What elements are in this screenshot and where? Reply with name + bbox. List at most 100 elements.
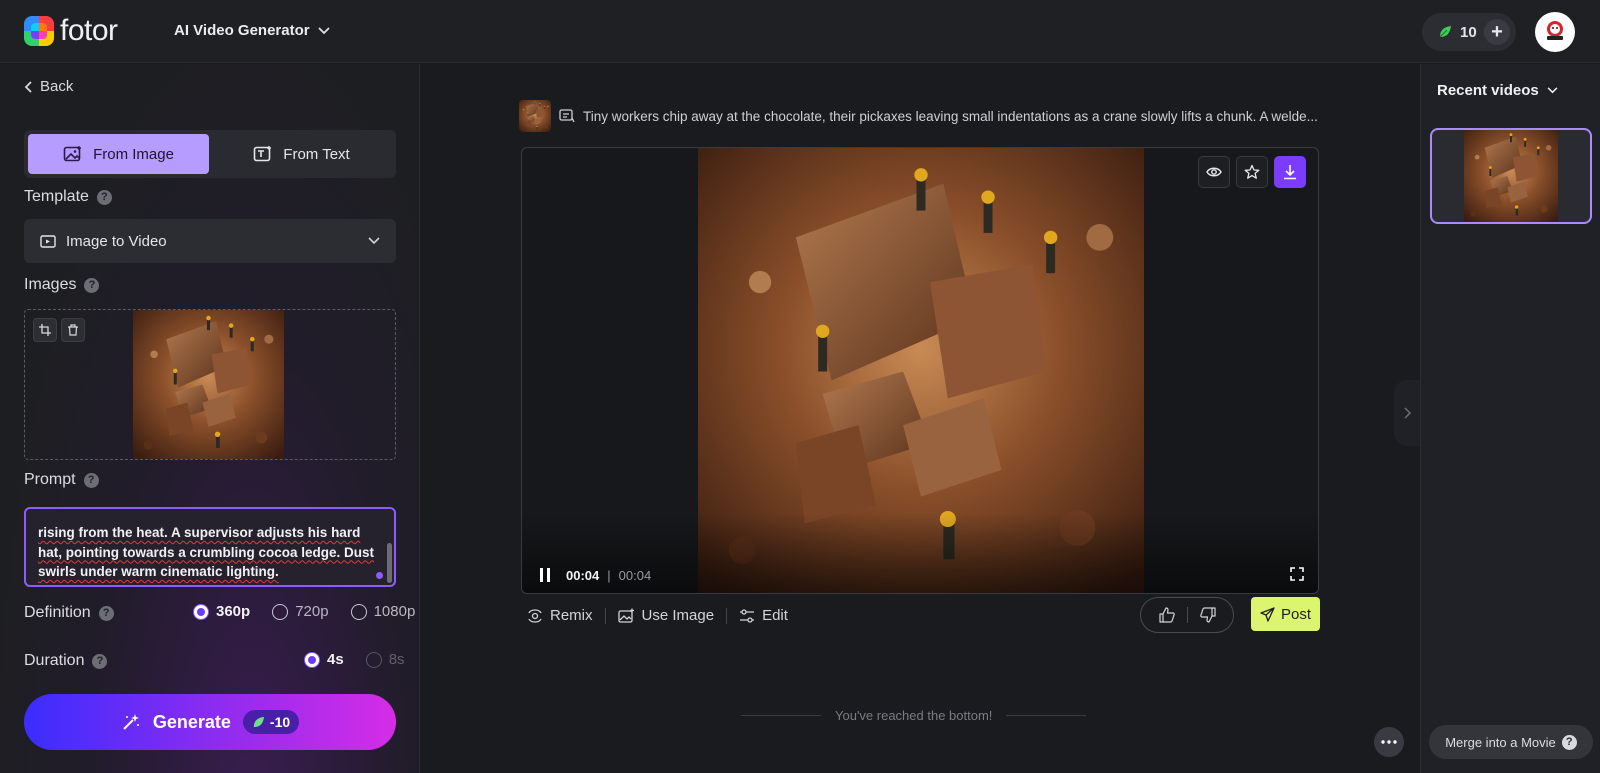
tool-selector[interactable]: AI Video Generator — [174, 22, 330, 39]
video-prompt-preview[interactable]: Tiny workers chip away at the chocolate,… — [519, 100, 1318, 132]
generate-cost-value: -10 — [269, 714, 291, 730]
send-icon — [1260, 606, 1275, 622]
favorite-button[interactable] — [1236, 156, 1268, 188]
thumbs-down-icon[interactable] — [1199, 607, 1216, 623]
recent-videos-title: Recent videos — [1437, 82, 1539, 99]
crop-button[interactable] — [33, 318, 57, 342]
credits-count: 10 — [1460, 23, 1477, 41]
leaf-icon — [253, 716, 264, 727]
delete-button[interactable] — [61, 318, 85, 342]
logo-text: fotor — [60, 14, 118, 47]
magic-wand-icon — [123, 714, 139, 730]
edit-button[interactable]: Edit — [727, 607, 800, 624]
use-image-label: Use Image — [641, 607, 715, 624]
tab-from-image[interactable]: From Image — [28, 134, 209, 174]
chevron-down-icon — [368, 237, 380, 245]
download-button[interactable] — [1274, 156, 1306, 188]
images-label-text: Images — [24, 276, 77, 293]
download-icon — [1284, 165, 1296, 180]
credits-badge[interactable]: 10 + — [1422, 13, 1516, 51]
top-bar: fotor AI Video Generator 10 + — [0, 0, 1600, 63]
source-thumbnail — [519, 100, 551, 132]
rating-group — [1140, 597, 1234, 633]
help-icon[interactable]: ? — [96, 189, 112, 205]
video-actions — [1198, 156, 1306, 188]
prompt-label: Prompt ? — [24, 471, 99, 489]
help-icon[interactable]: ? — [1561, 734, 1577, 750]
back-label: Back — [40, 78, 74, 95]
tab-from-text-label: From Text — [283, 145, 350, 163]
remix-icon — [528, 608, 542, 623]
sliders-icon — [740, 608, 755, 623]
current-time: 00:04 — [566, 567, 600, 583]
main-area: Tiny workers chip away at the chocolate,… — [421, 64, 1419, 773]
image-plus-icon — [617, 608, 634, 623]
fotor-logo[interactable]: fotor — [24, 16, 118, 46]
total-duration: 00:04 — [618, 567, 652, 583]
merge-into-movie-button[interactable]: Merge into a Movie ? — [1429, 725, 1593, 759]
merge-label: Merge into a Movie — [1445, 734, 1556, 750]
remix-label: Remix — [550, 607, 593, 624]
image-upload-area[interactable] — [24, 309, 396, 460]
recent-video-thumbnail — [1464, 130, 1558, 222]
prompt-label-text: Prompt — [24, 471, 76, 488]
back-button[interactable]: Back — [24, 78, 73, 95]
edit-label: Edit — [762, 607, 788, 624]
uploaded-image — [133, 310, 284, 459]
tab-from-text[interactable]: From Text — [211, 134, 392, 174]
generate-cost: -10 — [242, 710, 300, 734]
time-separator: | — [607, 567, 611, 583]
more-horizontal-icon — [1381, 740, 1397, 744]
star-icon — [1244, 164, 1260, 179]
help-icon[interactable]: ? — [83, 472, 99, 488]
duration-label: Duration ? — [24, 652, 108, 670]
crop-icon — [39, 324, 51, 336]
duration-options: 4s 8s — [304, 651, 405, 668]
generate-button[interactable]: Generate -10 — [24, 694, 396, 750]
duration-8s-radio[interactable]: 8s — [365, 651, 405, 668]
video-player[interactable]: 00:04 | 00:04 — [521, 147, 1319, 594]
add-credits-button[interactable]: + — [1484, 19, 1510, 45]
thumbs-up-icon[interactable] — [1158, 607, 1175, 623]
recent-videos-dropdown[interactable]: Recent videos — [1437, 82, 1558, 99]
tab-from-image-label: From Image — [93, 145, 174, 163]
definition-720p-radio[interactable]: 720p — [272, 603, 329, 620]
preview-button[interactable] — [1198, 156, 1230, 188]
post-button[interactable]: Post — [1251, 597, 1320, 631]
help-icon[interactable]: ? — [92, 653, 108, 669]
chevron-right-icon — [1403, 407, 1411, 419]
end-of-list-text: You've reached the bottom! — [835, 708, 993, 723]
more-options-button[interactable] — [1374, 727, 1404, 757]
definition-options: 360p 720p 1080p — [193, 603, 415, 620]
end-of-list-note: You've reached the bottom! — [741, 708, 1087, 723]
duration-4s-radio[interactable]: 4s — [304, 651, 344, 668]
definition-360p-radio[interactable]: 360p — [193, 603, 250, 620]
prompt-status-dot — [376, 572, 383, 579]
text-icon — [253, 146, 272, 162]
definition-1080p-radio[interactable]: 1080p — [350, 603, 415, 620]
use-image-button[interactable]: Use Image — [606, 607, 727, 624]
leaf-icon — [1439, 26, 1451, 38]
generate-label: Generate — [152, 711, 231, 732]
collapse-panel-button[interactable] — [1394, 380, 1420, 446]
settings-panel: Back From Image From Text Template ? Ima… — [0, 64, 420, 773]
remix-button[interactable]: Remix — [527, 607, 605, 624]
image-tools — [33, 318, 85, 342]
recent-video-item[interactable] — [1430, 128, 1592, 224]
template-select[interactable]: Image to Video — [24, 219, 396, 263]
definition-label: Definition ? — [24, 604, 114, 622]
avatar[interactable] — [1535, 12, 1575, 52]
prompt-scrollbar[interactable] — [387, 543, 392, 583]
divider-line — [1006, 715, 1087, 716]
video-template-icon — [40, 235, 56, 248]
prompt-text: rising from the heat. A supervisor adjus… — [38, 525, 375, 579]
fullscreen-icon[interactable] — [1290, 567, 1304, 581]
chevron-down-icon — [1547, 87, 1558, 94]
prompt-textarea[interactable]: rising from the heat. A supervisor adjus… — [24, 507, 396, 587]
help-icon[interactable]: ? — [84, 277, 100, 293]
pause-icon[interactable] — [538, 567, 552, 583]
duration-label-text: Duration — [24, 652, 85, 669]
template-label: Template ? — [24, 188, 112, 206]
help-icon[interactable]: ? — [98, 605, 114, 621]
prompt-icon — [559, 109, 575, 123]
